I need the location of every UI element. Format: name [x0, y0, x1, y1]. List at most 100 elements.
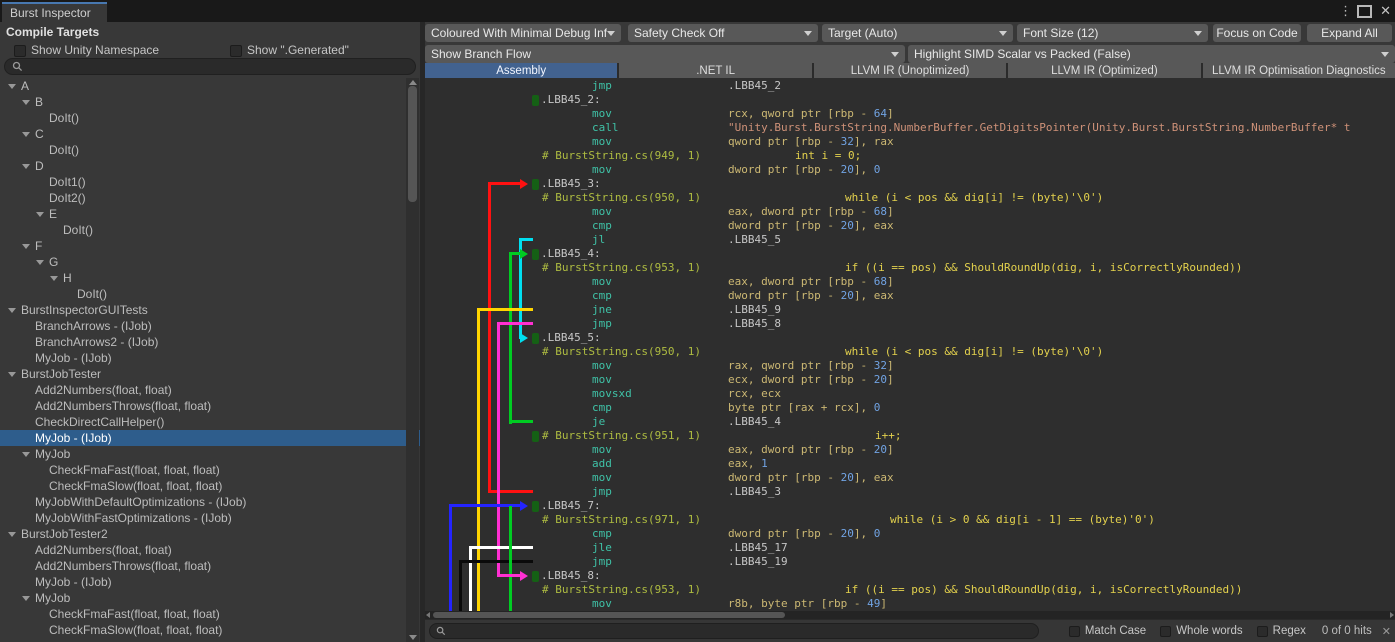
code-line: moveax, dword ptr [rbp - 68] — [425, 205, 1395, 219]
tree-item[interactable]: C — [0, 126, 420, 142]
asm-operands: dword ptr [rbp - 20], eax — [728, 289, 894, 303]
tree-item[interactable]: CheckFmaSlow(float, float, float) — [0, 478, 420, 494]
tree-item[interactable]: MyJobWithDefaultOptimizations - (IJob) — [0, 494, 420, 510]
maximize-icon[interactable] — [1357, 5, 1372, 18]
code-search-input[interactable] — [429, 623, 1039, 639]
foldout-triangle-icon[interactable] — [22, 452, 30, 457]
tree-item[interactable]: Add2Numbers(float, float) — [0, 382, 420, 398]
kebab-menu-icon[interactable]: ⋮ — [1339, 3, 1349, 19]
code-line: movrax, qword ptr [rbp - 32] — [425, 359, 1395, 373]
foldout-triangle-icon[interactable] — [22, 164, 30, 169]
source-location-comment: # BurstString.cs(951, 1) — [542, 429, 701, 443]
tree-item[interactable]: CheckFmaSlow(float, float, float) — [0, 622, 420, 638]
whole-words-checkbox[interactable] — [1160, 626, 1171, 637]
h-scrollbar-thumb[interactable] — [433, 612, 785, 618]
asm-mnemonic: jmp — [592, 555, 612, 569]
find-close-icon[interactable]: ✕ — [1382, 625, 1391, 638]
tree-item[interactable]: B — [0, 94, 420, 110]
asm-operands: .LBB45_17 — [728, 541, 788, 555]
tree-item[interactable]: BurstJobTester — [0, 366, 420, 382]
foldout-triangle-icon[interactable] — [22, 596, 30, 601]
tree-item[interactable]: CheckDirectCallHelper() — [0, 414, 420, 430]
tree-item[interactable]: BranchArrows2 - (IJob) — [0, 334, 420, 350]
code-find-bar: Match Case Whole words Regex 0 of 0 hits… — [425, 619, 1395, 642]
tree-item[interactable]: Add2NumbersThrows(float, float) — [0, 558, 420, 574]
debug-info-dropdown[interactable]: Coloured With Minimal Debug Infi — [425, 24, 621, 42]
safety-check-dropdown[interactable]: Safety Check Off — [628, 24, 818, 42]
code-horizontal-scrollbar[interactable] — [425, 611, 1395, 619]
foldout-triangle-icon[interactable] — [8, 372, 16, 377]
tree-item[interactable]: DoIt() — [0, 110, 420, 126]
panel-tab-burst-inspector[interactable]: Burst Inspector — [2, 2, 107, 22]
tree-item[interactable]: DoIt() — [0, 286, 420, 302]
foldout-triangle-icon[interactable] — [22, 100, 30, 105]
foldout-triangle-icon[interactable] — [8, 532, 16, 537]
tree-item[interactable]: A — [0, 78, 420, 94]
tree-item[interactable]: F — [0, 238, 420, 254]
tree-item[interactable]: MyJob - (IJob) — [0, 350, 420, 366]
tree-item[interactable]: Add2Numbers(float, float) — [0, 542, 420, 558]
scroll-up-icon[interactable] — [409, 80, 417, 85]
tab-llvm-ir-optimized-[interactable]: LLVM IR (Optimized) — [1008, 63, 1202, 78]
tree-item[interactable]: DoIt() — [0, 142, 420, 158]
tree-item[interactable]: H — [0, 270, 420, 286]
asm-label: .LBB45_7: — [541, 499, 601, 513]
foldout-triangle-icon[interactable] — [22, 244, 30, 249]
targets-search-input[interactable] — [4, 58, 416, 75]
assembly-code-view[interactable]: jmp.LBB45_2.LBB45_2:movrcx, qword ptr [r… — [425, 78, 1395, 611]
match-case-checkbox[interactable] — [1069, 626, 1080, 637]
foldout-triangle-icon[interactable] — [36, 260, 44, 265]
asm-mnemonic: je — [592, 415, 605, 429]
scroll-right-icon[interactable] — [1390, 612, 1394, 618]
tree-item[interactable]: BranchArrows - (IJob) — [0, 318, 420, 334]
tree-item[interactable]: MyJob - (IJob) — [0, 430, 420, 446]
tab-llvm-ir-unoptimized-[interactable]: LLVM IR (Unoptimized) — [814, 63, 1008, 78]
tree-scrollbar-thumb[interactable] — [408, 86, 417, 202]
foldout-triangle-icon[interactable] — [50, 276, 58, 281]
source-code-snippet: while (i < pos && dig[i] != (byte)'\0') — [845, 191, 1103, 205]
tree-item[interactable]: BurstJobTester2 — [0, 526, 420, 542]
tree-item[interactable]: BurstInspectorGUITests — [0, 302, 420, 318]
code-line: addeax, 1 — [425, 457, 1395, 471]
code-line: jmp.LBB45_8 — [425, 317, 1395, 331]
tree-item[interactable]: DoIt1() — [0, 174, 420, 190]
tree-item[interactable]: CheckFmaFast(float, float, float) — [0, 462, 420, 478]
block-marker-icon — [532, 571, 539, 582]
focus-on-code-button[interactable]: Focus on Code — [1213, 24, 1301, 42]
tab-assembly[interactable]: Assembly — [425, 63, 619, 78]
regex-checkbox[interactable] — [1257, 626, 1268, 637]
tree-item[interactable]: G — [0, 254, 420, 270]
tree-item[interactable]: D — [0, 158, 420, 174]
tab--net-il[interactable]: .NET IL — [619, 63, 813, 78]
font-size-dropdown[interactable]: Font Size (12) — [1017, 24, 1208, 42]
simd-highlight-dropdown[interactable]: Highlight SIMD Scalar vs Packed (False) — [908, 45, 1395, 63]
target-dropdown[interactable]: Target (Auto) — [822, 24, 1013, 42]
close-icon[interactable]: ✕ — [1380, 3, 1391, 19]
show-unity-namespace-checkbox[interactable] — [14, 45, 26, 57]
tree-item[interactable]: MyJob - (IJob) — [0, 574, 420, 590]
scroll-left-icon[interactable] — [426, 612, 430, 618]
foldout-triangle-icon[interactable] — [36, 212, 44, 217]
asm-operands: rax, qword ptr [rbp - 32] — [728, 359, 894, 373]
tree-item[interactable]: CheckFmaFast(float, float, float) — [0, 606, 420, 622]
branch-flow-dropdown[interactable]: Show Branch Flow — [425, 45, 905, 63]
tree-item[interactable]: Add2NumbersThrows(float, float) — [0, 398, 420, 414]
foldout-triangle-icon[interactable] — [22, 132, 30, 137]
tab-llvm-ir-optimisation-diagnostics[interactable]: LLVM IR Optimisation Diagnostics — [1203, 63, 1395, 78]
tree-item[interactable]: MyJob — [0, 446, 420, 462]
tree-item[interactable]: MyJob — [0, 590, 420, 606]
expand-all-button[interactable]: Expand All — [1307, 24, 1392, 42]
show-generated-label: Show ".Generated" — [247, 44, 349, 57]
tree-item[interactable]: MyJobWithFastOptimizations - (IJob) — [0, 510, 420, 526]
foldout-triangle-icon[interactable] — [8, 84, 16, 89]
scroll-down-icon[interactable] — [409, 635, 417, 640]
tree-item[interactable]: E — [0, 206, 420, 222]
foldout-triangle-icon[interactable] — [8, 308, 16, 313]
asm-mnemonic: cmp — [592, 219, 612, 233]
tree-item[interactable]: DoIt2() — [0, 190, 420, 206]
show-generated-checkbox[interactable] — [230, 45, 242, 57]
code-line: movdword ptr [rbp - 20], eax — [425, 471, 1395, 485]
tree-scrollbar[interactable] — [406, 78, 419, 642]
code-line: .LBB45_5: — [425, 331, 1395, 345]
tree-item[interactable]: DoIt() — [0, 222, 420, 238]
